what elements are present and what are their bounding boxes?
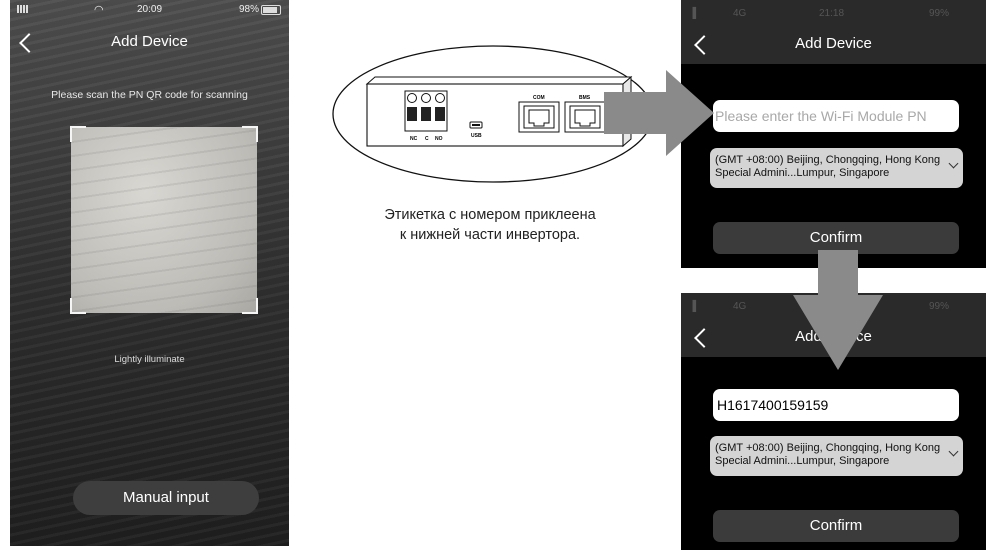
chevron-down-icon [948,158,959,169]
pn-input-field[interactable]: H1617400159159 [713,389,959,421]
caption-line-2: к нижней части инвертора. [399,227,581,243]
status-bar: ◠ 20:09 98% [10,0,289,20]
battery-percent: 99% [929,301,950,312]
diagram-caption: Этикетка с номером приклеена к нижней ча… [320,205,660,245]
scan-corner-icon [242,126,258,142]
network-type: 4G [733,301,747,312]
page-title: Add Device [795,35,872,52]
timezone-select[interactable]: (GMT +08:00) Beijing, Chongqing, Hong Ko… [710,436,963,476]
terminal-label-no: NO [435,136,443,142]
terminal-label-nc: NC [410,136,418,142]
page-title: Add Device [111,33,188,50]
scan-hint: Please scan the PN QR code for scanning [51,89,248,101]
pn-input-field[interactable]: Please enter the Wi-Fi Module PN [713,100,959,132]
flashlight-toggle[interactable]: Lightly illuminate [10,354,289,365]
battery-icon [261,5,281,15]
nav-bar: Add Device [681,24,986,64]
usb-label: USB [471,133,482,139]
caption-line-1: Этикетка с номером приклеена [384,207,596,223]
signal-icon: ▐ [689,301,697,312]
status-bar: ▐ 4G 21:18 99% [681,0,986,24]
scan-corner-icon [70,298,86,314]
network-type: 4G [733,8,747,19]
status-time: 21:18 [819,8,845,19]
bms-port [564,101,606,133]
scan-frame-texture [71,127,257,313]
pn-entry-screen: ▐ 4G 21:18 99% Add Device Please enter t… [681,0,986,268]
timezone-value: (GMT +08:00) Beijing, Chongqing, Hong Ko… [715,154,941,179]
manual-input-button[interactable]: Manual input [73,481,259,515]
scan-frame [70,126,258,314]
scan-corner-icon [242,298,258,314]
scan-corner-icon [70,126,86,142]
arrow-right-icon [604,70,714,156]
timezone-select[interactable]: (GMT +08:00) Beijing, Chongqing, Hong Ko… [710,148,963,188]
terminal-label-c: C [425,136,429,142]
chevron-down-icon [948,446,959,457]
signal-icon: ▐ [689,8,697,19]
battery-percent: 99% [929,8,950,19]
nav-bar: Add Device [10,28,289,58]
relay-terminal-block [404,90,448,132]
arrow-down-icon [793,250,883,370]
scanner-screen: ◠ 20:09 98% Add Device Please scan the P… [10,0,289,546]
confirm-button[interactable]: Confirm [713,510,959,542]
com-label: COM [533,95,545,101]
timezone-value: (GMT +08:00) Beijing, Chongqing, Hong Ko… [715,442,941,467]
bms-label: BMS [579,95,591,101]
battery-percent: 98% [238,4,259,15]
usb-port [469,121,483,129]
com-port [518,101,560,133]
